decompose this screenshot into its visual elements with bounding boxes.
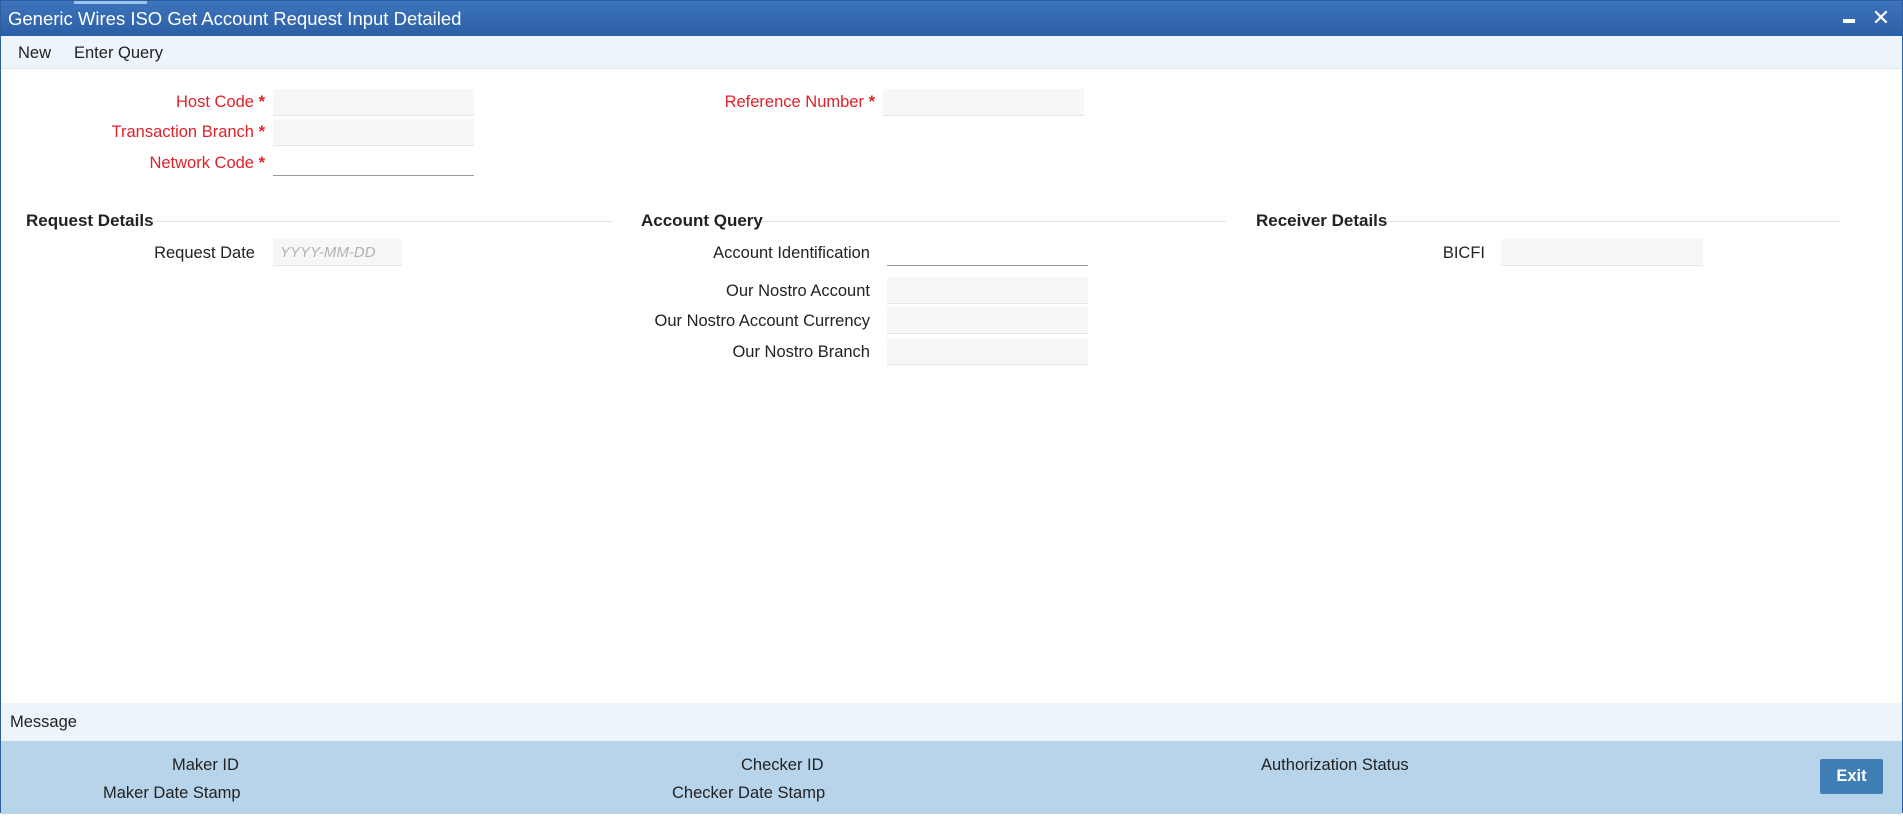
our-nostro-account-currency-label: Our Nostro Account Currency: [654, 312, 871, 330]
bicfi-field[interactable]: [1501, 239, 1703, 266]
required-marker: *: [868, 93, 875, 111]
close-icon[interactable]: ✕: [1870, 7, 1892, 29]
transaction-branch-field[interactable]: [273, 119, 474, 146]
our-nostro-branch-label: Our Nostro Branch: [732, 343, 870, 361]
our-nostro-account-currency-field[interactable]: [887, 307, 1088, 334]
request-details-heading: Request Details: [26, 211, 154, 230]
audit-footer: Maker ID Maker Date Stamp Checker ID Che…: [1, 741, 1902, 814]
network-code-label: Network Code *: [149, 154, 265, 173]
exit-button[interactable]: Exit: [1820, 759, 1883, 794]
reference-number-label: Reference Number *: [725, 93, 875, 112]
authorization-status-label: Authorization Status: [1261, 756, 1409, 774]
receiver-details-divider: [1386, 221, 1841, 222]
host-code-field[interactable]: [273, 89, 474, 116]
reference-number-label-text: Reference Number: [724, 93, 864, 111]
new-button[interactable]: New: [18, 44, 51, 63]
receiver-details-heading: Receiver Details: [1256, 211, 1388, 230]
maker-date-stamp-label: Maker Date Stamp: [103, 784, 241, 802]
checker-date-stamp-label: Checker Date Stamp: [672, 784, 826, 802]
our-nostro-account-label: Our Nostro Account: [726, 282, 870, 300]
request-date-label: Request Date: [154, 244, 255, 262]
enter-query-button[interactable]: Enter Query: [74, 44, 163, 63]
window-title: Generic Wires ISO Get Account Request In…: [8, 8, 462, 29]
request-details-divider: [151, 221, 613, 222]
maker-id-label: Maker ID: [172, 756, 239, 774]
bicfi-label: BICFI: [1442, 244, 1485, 262]
required-marker: *: [258, 154, 265, 172]
our-nostro-branch-field[interactable]: [887, 338, 1088, 365]
transaction-branch-label: Transaction Branch *: [112, 123, 265, 142]
reference-number-field[interactable]: [883, 89, 1084, 116]
host-code-label-text: Host Code: [176, 93, 254, 111]
host-code-label: Host Code *: [176, 93, 265, 112]
account-identification-label: Account Identification: [713, 244, 870, 262]
required-marker: *: [258, 93, 265, 111]
message-label: Message: [10, 713, 77, 731]
toolbar: New Enter Query: [1, 36, 1902, 69]
message-bar: Message: [1, 703, 1902, 741]
minimize-icon[interactable]: [1838, 7, 1860, 29]
network-code-label-text: Network Code: [149, 154, 254, 172]
request-date-placeholder: YYYY-MM-DD: [280, 244, 376, 261]
transaction-branch-label-text: Transaction Branch: [111, 123, 254, 141]
request-date-field[interactable]: YYYY-MM-DD: [273, 239, 402, 266]
title-tab-accent: [74, 1, 147, 4]
account-identification-field[interactable]: [887, 239, 1088, 266]
account-query-heading: Account Query: [641, 211, 763, 230]
required-marker: *: [258, 123, 265, 141]
network-code-field[interactable]: [273, 149, 474, 176]
title-bar: Generic Wires ISO Get Account Request In…: [1, 1, 1902, 36]
main-window: Generic Wires ISO Get Account Request In…: [0, 0, 1903, 814]
our-nostro-account-field[interactable]: [887, 277, 1088, 304]
checker-id-label: Checker ID: [741, 756, 824, 774]
account-query-divider: [761, 221, 1226, 222]
